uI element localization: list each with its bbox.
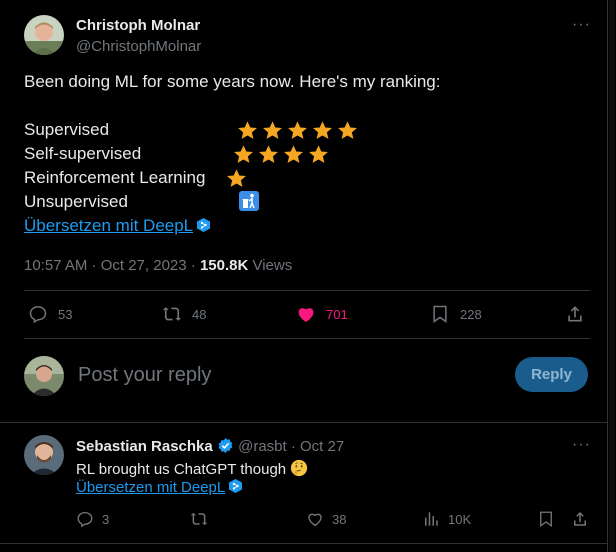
deepl-icon (197, 218, 211, 232)
retweet-icon (162, 307, 182, 321)
reply-reply-count: 3 (102, 511, 110, 527)
reply-views-count: 10K (448, 511, 472, 527)
translate-link-label: Übersetzen mit DeepL (24, 216, 194, 235)
more-options-icon[interactable]: ··· (572, 16, 591, 34)
star-icon (259, 145, 278, 163)
ranking-label-unsupervised: Unsupervised (24, 192, 128, 211)
bookmark-action[interactable]: 228 (430, 304, 482, 324)
ranking-stars-self-supervised (233, 144, 329, 165)
star-icon (309, 145, 328, 163)
reply-header: Sebastian Raschka @rasbt · Oct 27 (76, 437, 344, 455)
reply-action[interactable]: 53 (28, 304, 72, 324)
avatar-image (24, 435, 64, 475)
reply-icon (29, 306, 47, 324)
reply-more-options-icon[interactable]: ··· (572, 436, 591, 454)
bookmark-count: 228 (460, 306, 482, 322)
ranking-stars-reinforcement-learning (226, 168, 247, 189)
retweet-action[interactable]: 48 (162, 304, 206, 324)
like-action[interactable]: 701 (296, 304, 348, 324)
reply-retweet-action[interactable] (190, 510, 218, 528)
views-label: Views (248, 257, 293, 274)
reply-author-name[interactable]: Sebastian Raschka (76, 438, 213, 455)
divider (24, 338, 590, 339)
reply-text: RL brought us ChatGPT though (76, 461, 287, 478)
verified-badge-icon (218, 438, 233, 453)
reply-bookmark-action[interactable] (537, 510, 555, 528)
reply-translate-link[interactable]: Übersetzen mit DeepL (76, 479, 243, 496)
scrollbar[interactable] (608, 0, 616, 552)
divider (0, 543, 608, 544)
author-handle[interactable]: @ChristophMolnar (76, 38, 201, 55)
reply-like-action[interactable]: 38 (306, 510, 346, 528)
tweet-timestamp-views: 10:57 AM · Oct 27, 2023 · 150.8K Views (24, 257, 292, 274)
reply-translate-link-label: Übersetzen mit DeepL (76, 479, 226, 496)
star-icon (263, 121, 282, 139)
thinking-face-icon (291, 459, 308, 477)
retweet-icon (190, 512, 208, 526)
share-action[interactable] (565, 304, 585, 324)
star-icon (313, 121, 332, 139)
divider (0, 422, 608, 423)
author-avatar[interactable] (24, 15, 64, 55)
star-icon (284, 145, 303, 163)
ranking-label-supervised: Supervised (24, 120, 110, 139)
translate-link[interactable]: Übersetzen mit DeepL (24, 216, 211, 236)
reply-count: 53 (58, 306, 73, 322)
avatar-image (24, 356, 64, 396)
star-icon (288, 121, 307, 139)
reply-author-avatar[interactable] (24, 435, 64, 475)
ranking-stars-supervised (237, 120, 358, 141)
star-icon (227, 169, 246, 187)
reply-button[interactable]: Reply (515, 357, 588, 392)
star-icon (234, 145, 253, 163)
share-icon (568, 306, 582, 322)
bookmark-icon (540, 511, 552, 528)
deepl-icon (229, 479, 243, 493)
tweet-text: Been doing ML for some years now. Here's… (24, 72, 441, 91)
reply-text-line: RL brought us ChatGPT though (76, 459, 308, 478)
reply-reply-action[interactable]: 3 (76, 510, 109, 528)
timeline-column: Christoph Molnar @ChristophMolnar ··· Be… (0, 0, 608, 552)
my-avatar[interactable] (24, 356, 64, 396)
reply-icon (77, 511, 93, 528)
views-chart-icon (425, 512, 438, 526)
reply-date[interactable]: · Oct 27 (287, 438, 344, 455)
author-name[interactable]: Christoph Molnar (76, 17, 200, 34)
heart-icon (298, 308, 314, 322)
star-icon (238, 121, 257, 139)
ranking-label-reinforcement-learning: Reinforcement Learning (24, 168, 206, 187)
reply-views-action[interactable]: 10K (422, 510, 471, 528)
trash-can-icon (239, 191, 259, 211)
heart-icon (308, 513, 322, 527)
reply-input[interactable]: Post your reply (78, 364, 211, 387)
like-count: 701 (326, 306, 348, 322)
scrollbar-thumb[interactable] (609, 0, 615, 552)
tweet-timestamp[interactable]: 10:57 AM · Oct 27, 2023 · (24, 257, 200, 274)
star-icon (338, 121, 357, 139)
ranking-label-self-supervised: Self-supervised (24, 144, 142, 163)
views-count: 150.8K (199, 257, 249, 274)
reply-author-handle[interactable]: @rasbt (238, 438, 287, 455)
divider (24, 290, 590, 291)
reply-like-count: 38 (332, 511, 347, 527)
avatar-image (24, 15, 64, 55)
reply-share-action[interactable] (571, 510, 589, 528)
share-icon (574, 511, 586, 526)
bookmark-icon (433, 305, 447, 323)
retweet-count: 48 (192, 306, 207, 322)
